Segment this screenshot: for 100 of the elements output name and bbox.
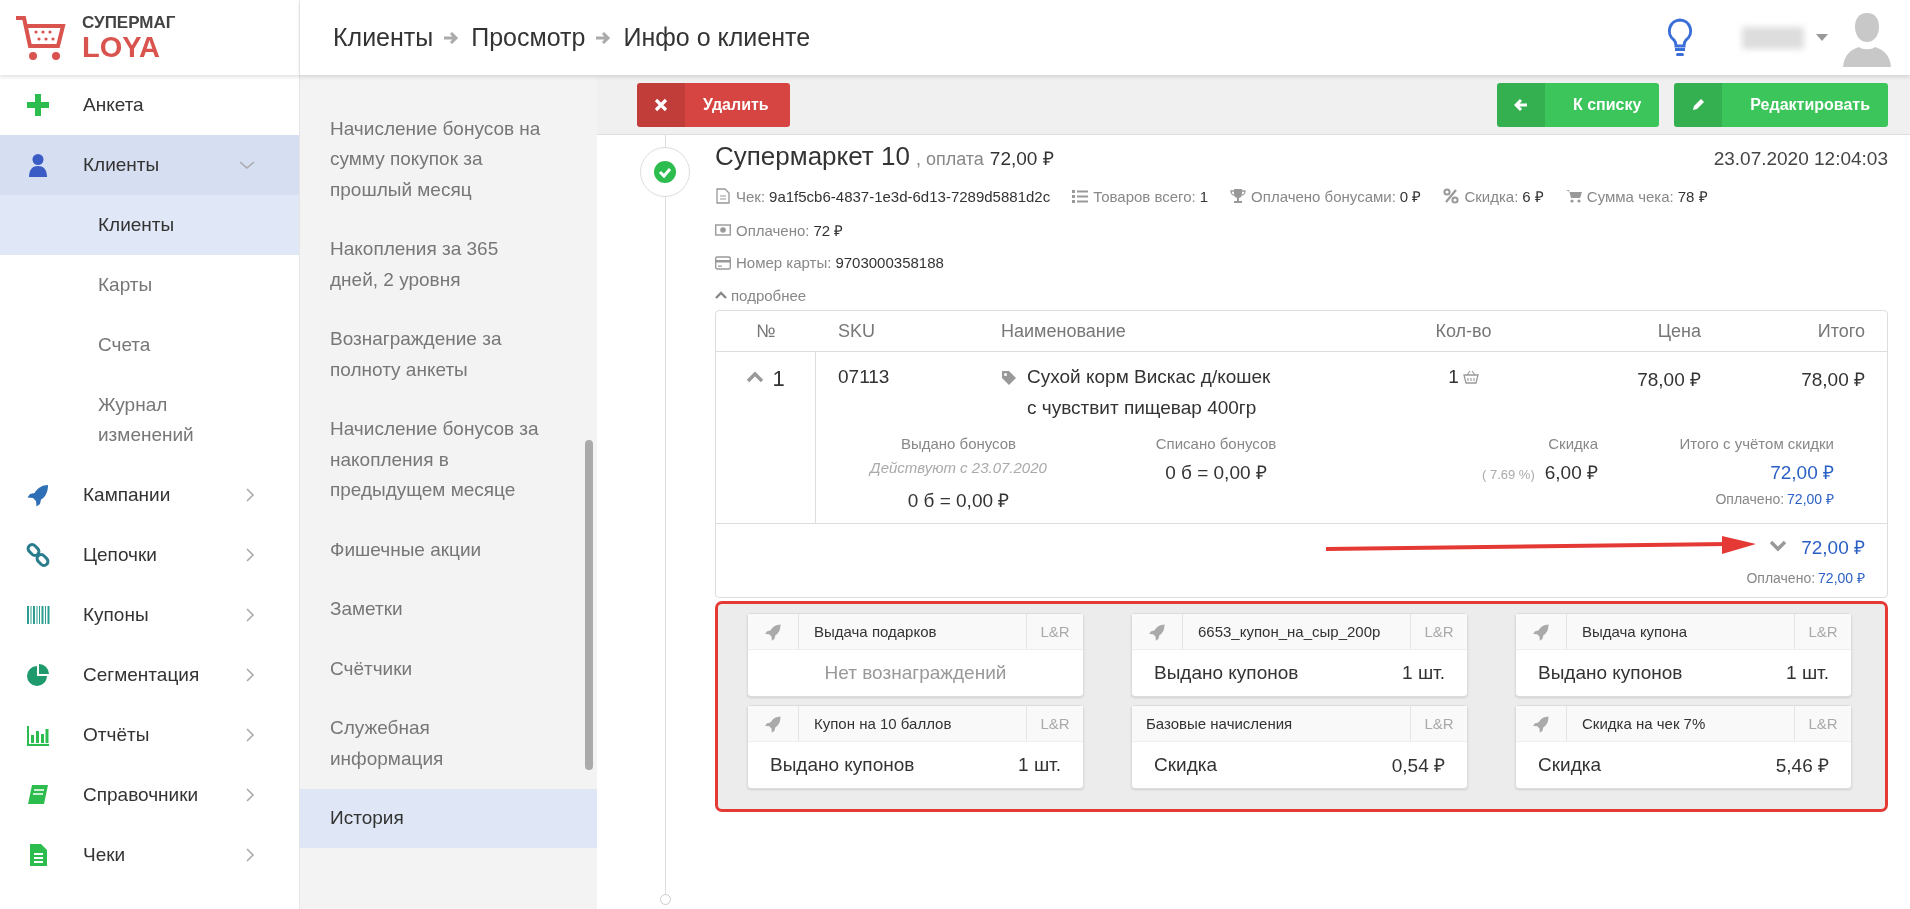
payment-label: , оплата [915, 149, 984, 170]
caret-down-icon [1816, 33, 1828, 42]
nav-item[interactable]: Сегментация [0, 645, 299, 705]
breadcrumb-item[interactable]: Клиенты [333, 23, 434, 52]
campaign-title: Купон на 10 баллов [813, 714, 953, 734]
row-expand-toggle[interactable]: 1 [746, 366, 785, 394]
rocket-icon [1148, 622, 1166, 641]
store-name: Супермаркет 10 [715, 141, 910, 172]
campaign-tag: L&R [1026, 614, 1083, 649]
submenu-item[interactable]: Накопления за 365 дней, 2 уровня [300, 219, 597, 310]
reward-label: Выдано купонов [1538, 662, 1683, 684]
nav-item[interactable]: Отчёты [0, 705, 299, 765]
info-label: Чек: [736, 187, 766, 205]
nav-item[interactable]: Анкета [0, 75, 299, 135]
document-icon [715, 188, 731, 204]
chevron-right-icon [245, 608, 255, 622]
detail-value: 0 б = 0,00 ₽ [1165, 461, 1267, 485]
submenu-item[interactable]: Фишечные акции [300, 520, 597, 580]
credit-card-icon [715, 254, 731, 271]
payment-amount: 72,00 ₽ [989, 147, 1054, 171]
trophy-icon [1230, 188, 1247, 204]
campaign-title: Выдача купона [1581, 622, 1689, 642]
nav-subitem[interactable]: Клиенты [0, 195, 299, 255]
logo-wordmark: СУПЕРМАГ [82, 13, 176, 31]
nav-item[interactable]: Справочники [0, 765, 299, 825]
chevron-down-icon [239, 160, 255, 170]
info-value: 9a1f5cb6-4837-1e3d-6d13-7289d5881d2c [769, 187, 1051, 205]
reward-value: 1 шт. [1786, 662, 1829, 684]
scrollbar-thumb[interactable] [585, 440, 593, 770]
logo-wordmark: LOYA [82, 32, 161, 62]
timeline-end-dot [660, 894, 671, 905]
shopping-cart-icon [14, 13, 68, 62]
person-icon [26, 153, 50, 177]
empty-message: Нет вознаграждений [823, 662, 1008, 684]
close-icon [654, 97, 668, 112]
submenu-item[interactable]: Счётчики [300, 639, 597, 699]
breadcrumb-item[interactable]: Просмотр [471, 23, 586, 52]
nav-item[interactable]: Клиенты [0, 135, 299, 195]
campaign-tag: L&R [1794, 614, 1851, 649]
paid-value: 72,00 ₽ [1818, 570, 1865, 586]
barcode-icon [26, 603, 50, 627]
info-value: 0 ₽ [1399, 187, 1422, 206]
campaign-title: 6653_купон_на_сыр_200р [1197, 622, 1382, 642]
tag-icon [1001, 370, 1017, 386]
detail-value: 0 б = 0,00 ₽ [907, 489, 1010, 513]
submenu-item[interactable]: Заметки [300, 579, 597, 639]
pie-chart-icon [26, 663, 50, 687]
column-header: Итого [1816, 320, 1865, 342]
paid-label: Оплачено: [1715, 491, 1785, 507]
rocket-icon [764, 714, 782, 733]
chevron-right-icon [245, 488, 255, 502]
banknote-icon [715, 222, 731, 238]
submenu-item[interactable]: Начисление бонусов за накопления в предыдущем месяце [300, 399, 597, 520]
details-toggle[interactable]: подробнее [715, 287, 807, 304]
delete-button[interactable]: Удалить [637, 82, 790, 127]
reward-value: 5,46 ₽ [1775, 754, 1829, 778]
book-icon [26, 783, 50, 807]
submenu-item[interactable]: Вознаграждение за полноту анкеты [300, 309, 597, 400]
chevron-up-icon [715, 291, 727, 300]
percent-icon [1443, 188, 1460, 204]
nav-item[interactable]: Купоны [0, 585, 299, 645]
info-label: Оплачено бонусами: [1251, 187, 1396, 205]
list-icon [1072, 188, 1089, 204]
chevron-down-icon [1769, 540, 1788, 552]
chevron-right-icon [245, 728, 255, 742]
nav-item[interactable]: Цепочки [0, 525, 299, 585]
chain-link-icon [26, 543, 50, 567]
bar-chart-icon [26, 723, 50, 747]
table-cell: 1 [1448, 366, 1459, 388]
info-label: Скидка: [1464, 187, 1519, 205]
submenu-item[interactable]: История [300, 788, 597, 848]
campaign-title: Выдача подарков [813, 622, 938, 642]
nav-subitem[interactable]: Счета [0, 315, 299, 375]
info-value: 72 ₽ [813, 221, 844, 240]
info-label: Сумма чека: [1586, 187, 1674, 205]
submenu-item[interactable]: Начисление бонусов на сумму покупок за прошлый месяц [300, 99, 597, 220]
blurred-username[interactable] [1742, 26, 1804, 49]
product-name: Сухой корм Вискас д/кошек с чувствит пищевар 400гр [1027, 365, 1272, 420]
submenu-item[interactable]: Служебная информация [300, 698, 597, 789]
table-cell-text: 07113 [837, 366, 891, 389]
column-header: Кол-во [1434, 320, 1493, 342]
paid-value: 72,00 ₽ [1787, 491, 1834, 507]
reward-label: Скидка [1154, 754, 1218, 776]
column-header: Цена [1656, 320, 1701, 342]
nav-item[interactable]: Кампании [0, 465, 299, 525]
column-header: SKU [837, 320, 876, 342]
nav-item[interactable]: Чеки [0, 825, 299, 885]
nav-subitem[interactable]: Журнал изменений [0, 375, 299, 465]
checkmark-icon [654, 161, 676, 183]
rocket-icon [26, 483, 50, 507]
info-label: Номер карты: [736, 254, 832, 271]
detail-label: Списано бонусов [1155, 435, 1277, 454]
basket-icon [1462, 370, 1479, 384]
campaign-title: Базовые начисления [1145, 714, 1294, 734]
nav-subitem[interactable]: Карты [0, 255, 299, 315]
info-value: 6 ₽ [1522, 187, 1544, 206]
paid-label: Оплачено: [1746, 570, 1816, 586]
chevron-right-icon [245, 668, 255, 682]
lightbulb-icon[interactable] [1666, 16, 1694, 59]
reward-label: Выдано купонов [1154, 662, 1299, 684]
